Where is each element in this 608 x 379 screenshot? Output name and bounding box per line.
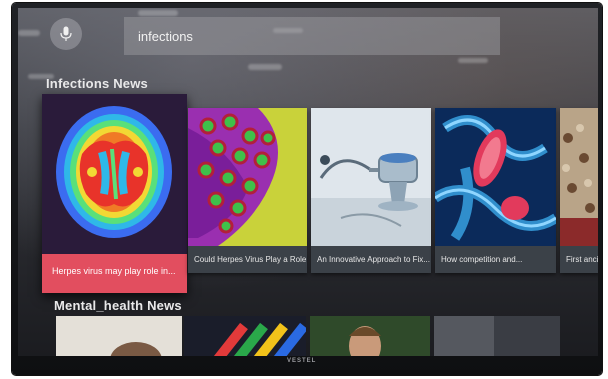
news-card-caption: Could Herpes Virus Play a Role... xyxy=(188,246,307,273)
mental-health-card-3[interactable] xyxy=(310,316,430,356)
mental-health-card-4[interactable] xyxy=(434,316,560,356)
news-card-4[interactable]: How competition and... xyxy=(435,108,556,273)
mental-health-card-1[interactable] xyxy=(56,316,182,356)
man-portrait-image xyxy=(310,316,430,356)
abstract-dark-image xyxy=(434,316,560,356)
news-card-2[interactable]: Could Herpes Virus Play a Role... xyxy=(188,108,307,273)
colorful-stripes-image xyxy=(184,316,306,356)
voice-search-button[interactable] xyxy=(50,18,82,50)
light-reflection xyxy=(18,30,40,36)
tv-brand-logo: VESTEL xyxy=(287,358,317,364)
stethoscope-image xyxy=(311,108,431,246)
mental-health-card-2[interactable] xyxy=(184,316,306,356)
brain-scan-image xyxy=(42,94,187,254)
news-card-caption: First ancie xyxy=(560,246,598,273)
light-reflection xyxy=(458,58,488,63)
virus-cells-image xyxy=(188,108,307,246)
news-card-caption: An Innovative Approach to Fix... xyxy=(311,246,431,273)
light-reflection xyxy=(138,10,178,16)
mic-icon xyxy=(60,26,72,41)
tv-screen: Infections News Herpes virus may play ro… xyxy=(18,8,598,356)
news-card-3[interactable]: An Innovative Approach to Fix... xyxy=(311,108,431,273)
news-card-caption: How competition and... xyxy=(435,246,556,273)
news-card-1[interactable]: Herpes virus may play role in... xyxy=(42,94,187,293)
news-card-5[interactable]: First ancie xyxy=(560,108,598,273)
news-card-caption: Herpes virus may play role in... xyxy=(42,254,187,293)
person-photo-image xyxy=(56,316,182,356)
bacteria-image xyxy=(435,108,556,246)
light-reflection xyxy=(248,64,282,70)
row-title-infections: Infections News xyxy=(46,76,148,91)
search-input[interactable] xyxy=(124,17,500,55)
crowd-photo-image xyxy=(560,108,598,246)
row-title-mental-health: Mental_health News xyxy=(54,298,182,313)
